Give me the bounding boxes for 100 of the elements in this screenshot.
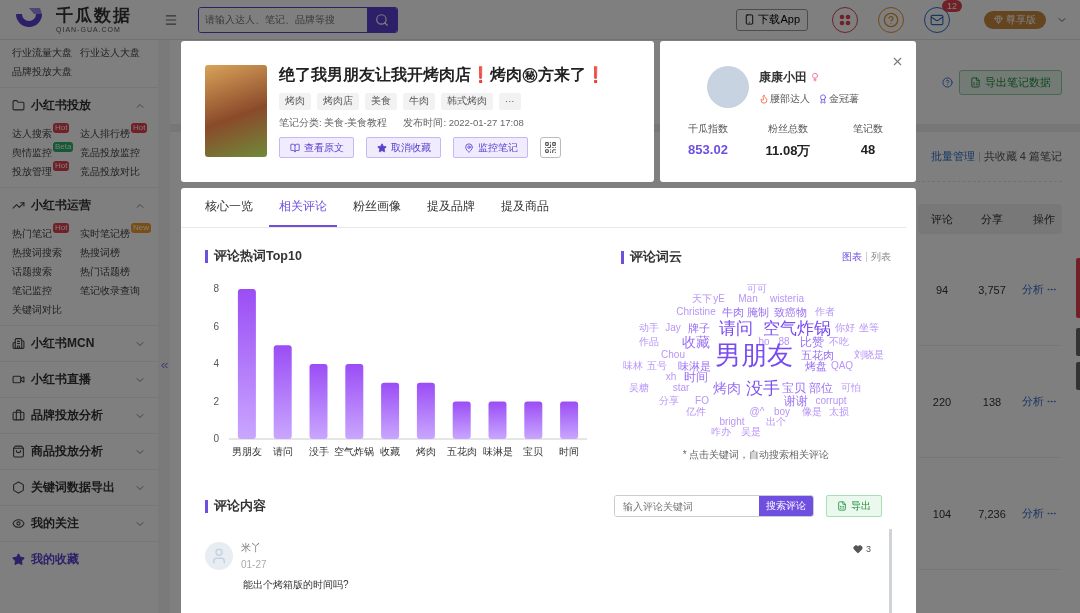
scrollbar[interactable] <box>889 529 892 613</box>
sidebar-link[interactable]: 投放管理 Hot <box>12 164 80 179</box>
cloud-word[interactable]: 时间 <box>684 371 708 383</box>
sidebar-section-title[interactable]: 我的收藏 <box>31 551 146 568</box>
cloud-word[interactable]: 请问 <box>719 319 753 337</box>
analyze-link[interactable]: 分析 <box>1022 394 1044 409</box>
cloud-word[interactable]: 收藏 <box>682 335 710 349</box>
sidebar-section-title[interactable]: 关键词数据导出 <box>31 479 128 496</box>
sidebar-link[interactable]: 竞品投放监控 <box>80 145 152 160</box>
sidebar-link[interactable]: 达人搜索 Hot <box>12 126 80 141</box>
floating-tab[interactable] <box>1076 328 1080 356</box>
sidebar-link[interactable]: 热搜词榜 <box>80 245 152 260</box>
cloud-word[interactable]: wisteria <box>770 294 804 304</box>
cloud-word[interactable]: Christine <box>676 307 716 317</box>
cloud-word[interactable]: Man <box>738 294 758 304</box>
cloud-word[interactable]: 坐等 <box>859 323 879 333</box>
cloud-word[interactable]: 五花肉 <box>800 349 834 361</box>
plan-button[interactable]: 尊享版 <box>984 10 1046 29</box>
cloud-word[interactable]: bright <box>719 417 745 427</box>
cloud-word[interactable]: 不吃 <box>829 337 849 347</box>
cloud-word[interactable]: 天下 <box>692 294 712 304</box>
sidebar-section-title[interactable]: 小红书MCN <box>31 335 128 352</box>
feedback-tab[interactable] <box>1076 258 1080 318</box>
comment-search-field[interactable]: 输入评论关键词 搜索评论 <box>614 495 814 517</box>
cloud-word[interactable]: 味淋是 <box>677 360 711 372</box>
tab[interactable]: 提及商品 <box>491 188 559 227</box>
sidebar-section-title[interactable]: 小红书投放 <box>31 97 128 114</box>
cloud-word[interactable]: 空气炸锅 <box>763 319 831 337</box>
help-icon[interactable] <box>942 76 953 88</box>
cloud-word[interactable]: 你好 <box>835 323 855 333</box>
sidebar-link[interactable]: 笔记监控 <box>12 283 80 298</box>
tab[interactable]: 粉丝画像 <box>343 188 411 227</box>
search-button[interactable] <box>367 7 397 32</box>
sidebar-section-title[interactable]: 小红书运营 <box>31 197 128 214</box>
sidebar-link[interactable]: 热门话题榜 <box>80 264 152 279</box>
cloud-word[interactable]: Chou <box>661 350 685 360</box>
note-action-button[interactable]: 查看原文 <box>279 137 354 158</box>
cloud-word[interactable]: Jay <box>665 323 681 333</box>
sidebar-link[interactable]: 达人排行榜 Hot <box>80 126 152 141</box>
cloud-word[interactable]: 部位 <box>809 382 833 394</box>
cloud-word[interactable]: 可可 <box>747 284 767 294</box>
download-app-button[interactable]: 下载App <box>736 8 808 31</box>
cloud-word[interactable]: 吴是 <box>741 427 761 437</box>
floating-tab[interactable] <box>1076 362 1080 390</box>
batch-manage-link[interactable]: 批量管理 <box>930 149 975 164</box>
cloud-word[interactable]: 致癌物 <box>773 306 807 318</box>
sidebar-link[interactable]: 竞品投放对比 <box>80 164 152 179</box>
cloud-word[interactable]: 腌制 <box>747 306 769 318</box>
cloud-word[interactable]: yE <box>713 294 725 304</box>
sidebar-link[interactable]: 舆情监控 Beta <box>12 145 80 160</box>
cloud-word[interactable]: 出个 <box>766 417 786 427</box>
cloud-word[interactable]: boy <box>773 407 791 417</box>
tab[interactable]: 核心一览 <box>195 188 263 227</box>
cloud-word[interactable]: 五号 <box>647 361 667 371</box>
cloud-word[interactable]: xh <box>665 372 677 382</box>
cloud-word[interactable]: 吴糖 <box>629 383 649 393</box>
sidebar-link[interactable]: 关键词对比 <box>12 302 80 317</box>
tab[interactable]: 提及品牌 <box>417 188 485 227</box>
sidebar-section-title[interactable]: 商品投放分析 <box>31 443 128 460</box>
sidebar-link[interactable]: 品牌投放大盘 <box>12 64 80 79</box>
cloud-word[interactable]: 没手 <box>746 379 780 397</box>
analyze-link[interactable]: 分析 <box>1022 282 1044 297</box>
note-action-button[interactable]: 取消收藏 <box>366 137 441 158</box>
cloud-word[interactable]: 动手 <box>639 323 659 333</box>
analyze-link[interactable]: 分析 <box>1022 506 1044 521</box>
cloud-word[interactable]: 亿件 <box>686 407 706 417</box>
menu-icon[interactable] <box>164 12 178 27</box>
cloud-word[interactable]: 像是 <box>802 407 822 417</box>
sidebar-link[interactable]: 实时笔记榜 New <box>80 226 152 241</box>
sidebar-section-title[interactable]: 我的关注 <box>31 515 128 532</box>
cloud-word[interactable]: QAQ <box>830 361 854 371</box>
sidebar-section-title[interactable]: 小红书直播 <box>31 371 128 388</box>
cloud-word[interactable]: 烤肉 <box>713 381 741 395</box>
cloud-word[interactable]: 比赞 <box>800 336 824 348</box>
cloud-word[interactable]: corrupt <box>815 396 847 406</box>
sidebar-link[interactable]: 笔记收录查询 <box>80 283 152 298</box>
cloud-word[interactable]: 可怕 <box>841 383 861 393</box>
cloud-word[interactable]: 谢谢 <box>784 395 808 407</box>
tab[interactable]: 相关评论 <box>269 188 337 227</box>
close-button[interactable] <box>891 55 904 68</box>
qr-code-button[interactable] <box>540 137 561 158</box>
cloud-word[interactable]: 分享 <box>659 396 679 406</box>
cloud-word[interactable]: FO <box>695 396 709 406</box>
sidebar-link[interactable]: 话题搜索 <box>12 264 80 279</box>
cloud-word[interactable]: 太损 <box>829 407 849 417</box>
export-button[interactable]: 导出 <box>826 495 882 517</box>
cloud-word[interactable]: 作品 <box>639 337 659 347</box>
sidebar-link[interactable]: 热门笔记 Hot <box>12 226 80 241</box>
view-toggle[interactable]: 列表 <box>871 250 891 264</box>
cloud-word[interactable]: 牛肉 <box>722 306 744 318</box>
apps-button[interactable] <box>832 6 858 33</box>
cloud-word[interactable]: 刘晓是 <box>854 350 884 360</box>
cloud-word[interactable]: 牌子 <box>688 322 710 334</box>
cloud-word[interactable]: 咋办 <box>711 427 731 437</box>
cloud-word[interactable]: 作者 <box>815 307 835 317</box>
help-button[interactable] <box>878 6 904 33</box>
sidebar-link[interactable]: 热搜词搜索 <box>12 245 80 260</box>
sidebar-section-title[interactable]: 品牌投放分析 <box>31 407 128 424</box>
view-toggle[interactable]: 图表 <box>842 250 862 264</box>
search-comments-button[interactable]: 搜索评论 <box>759 496 813 516</box>
